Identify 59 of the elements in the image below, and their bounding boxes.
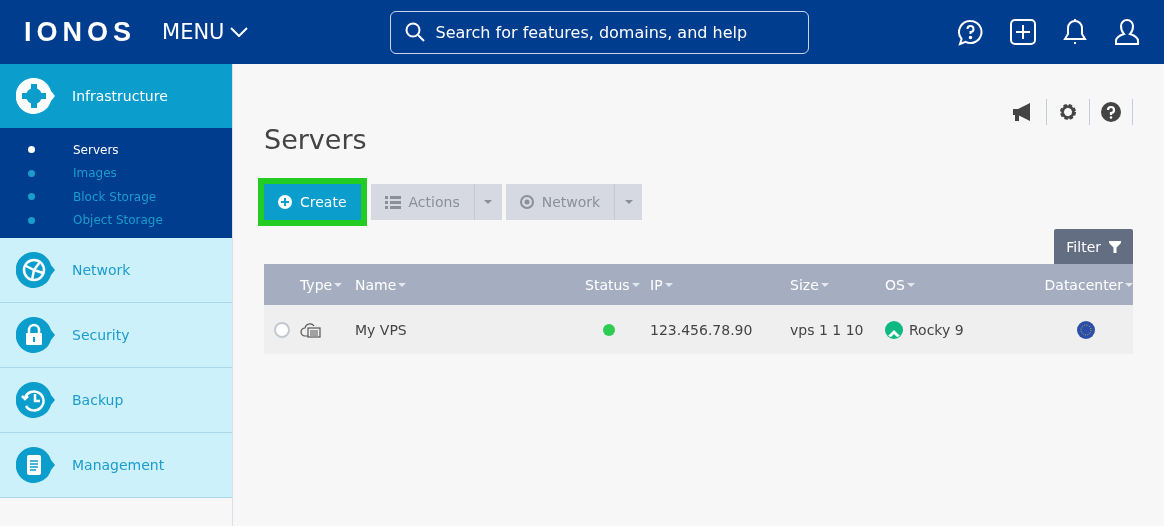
cloud-server-icon bbox=[300, 321, 322, 338]
filter-button[interactable]: Filter bbox=[1054, 229, 1133, 264]
column-header[interactable]: Type bbox=[300, 276, 343, 293]
list-icon bbox=[384, 195, 401, 209]
settings-icon[interactable] bbox=[1058, 102, 1078, 122]
table-cell-text: vps 1 1 10 bbox=[790, 321, 865, 338]
search-input[interactable]: Search for features, domains, and help bbox=[433, 21, 795, 43]
column-header[interactable]: Size bbox=[790, 276, 829, 293]
submenu-item[interactable]: Block Storage bbox=[0, 185, 232, 209]
table-row[interactable]: My VPS 123.456.78.90 vps 1 1 10 Rocky 9 bbox=[264, 305, 1133, 354]
plus-circle-icon bbox=[278, 195, 292, 209]
sidebar-item[interactable]: Infrastructure bbox=[0, 64, 232, 128]
sidebar-item[interactable]: Security bbox=[0, 303, 232, 368]
network-icon bbox=[16, 252, 56, 288]
sort-caret-icon bbox=[334, 282, 343, 287]
infrastructure-icon bbox=[16, 78, 56, 114]
user-icon[interactable] bbox=[1114, 18, 1140, 46]
dropdown-toggle[interactable] bbox=[473, 184, 502, 220]
security-icon bbox=[16, 317, 56, 353]
sidebar-item[interactable]: Network bbox=[0, 238, 232, 303]
chevron-down-icon bbox=[230, 27, 249, 37]
logo[interactable]: IONOS bbox=[24, 16, 136, 48]
sidebar-item[interactable]: Backup bbox=[0, 368, 232, 433]
filter-icon bbox=[1109, 240, 1121, 253]
row-radio[interactable] bbox=[274, 321, 290, 338]
sort-caret-icon bbox=[398, 282, 407, 287]
eu-flag-icon bbox=[1077, 320, 1095, 339]
dropdown-toggle[interactable] bbox=[614, 184, 643, 220]
table-cell-text: My VPS bbox=[355, 321, 408, 338]
search-icon bbox=[405, 22, 426, 42]
bell-icon[interactable] bbox=[1062, 18, 1088, 46]
caret-icon bbox=[624, 200, 633, 204]
help-chat-icon[interactable] bbox=[957, 18, 984, 46]
menu-button[interactable]: MENU bbox=[162, 20, 249, 44]
help-icon[interactable] bbox=[1101, 102, 1121, 122]
search-field[interactable]: Search for features, domains, and help bbox=[390, 10, 810, 54]
add-icon[interactable] bbox=[1010, 19, 1036, 45]
column-header[interactable]: Status bbox=[585, 276, 640, 293]
os-logo-icon bbox=[885, 320, 903, 339]
sidebar-item[interactable]: Management bbox=[0, 433, 232, 498]
sort-caret-icon bbox=[906, 282, 915, 287]
sort-caret-icon bbox=[664, 282, 673, 287]
page-title: Servers bbox=[264, 126, 368, 157]
column-header[interactable]: IP bbox=[650, 276, 673, 293]
submenu-item[interactable]: Servers bbox=[0, 138, 232, 162]
table-cell: Rocky 9 bbox=[909, 321, 964, 338]
submenu-item[interactable]: Images bbox=[0, 161, 232, 185]
table-cell-text: 123.456.78.90 bbox=[650, 321, 754, 338]
backup-icon bbox=[16, 382, 56, 418]
column-header[interactable]: Datacenter bbox=[1044, 276, 1133, 293]
submenu-item[interactable]: Object Storage bbox=[0, 208, 232, 232]
sort-caret-icon bbox=[631, 282, 640, 287]
sort-caret-icon bbox=[820, 282, 829, 287]
network-icon bbox=[519, 195, 534, 209]
management-icon bbox=[16, 447, 56, 483]
caret-icon bbox=[484, 200, 493, 204]
column-header[interactable]: OS bbox=[885, 276, 915, 293]
sort-caret-icon bbox=[1125, 282, 1133, 287]
column-header[interactable]: Name bbox=[355, 276, 407, 293]
